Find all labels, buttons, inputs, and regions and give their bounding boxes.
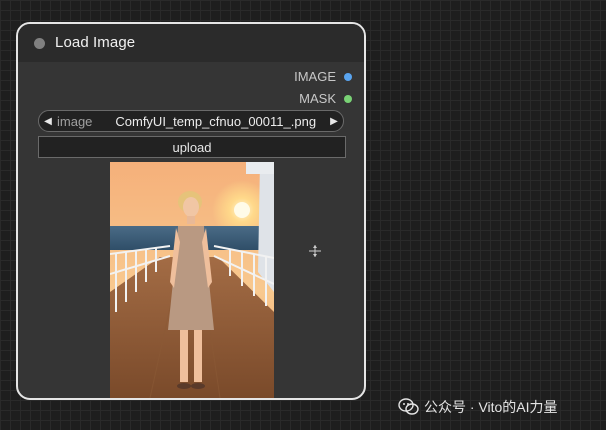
output-image[interactable]: IMAGE bbox=[294, 69, 352, 84]
combo-label: image bbox=[57, 113, 93, 129]
output-mask[interactable]: MASK bbox=[299, 91, 352, 106]
output-mask-slot[interactable] bbox=[344, 94, 352, 103]
upload-button[interactable]: upload bbox=[38, 136, 346, 158]
watermark: 公众号 · Vito的AI力量 bbox=[398, 397, 558, 417]
load-image-node[interactable]: Load Image IMAGE MASK ◀ image ComfyUI_te… bbox=[16, 22, 366, 400]
node-header[interactable]: Load Image bbox=[18, 24, 364, 62]
node-title: Load Image bbox=[55, 34, 136, 51]
output-image-label: IMAGE bbox=[294, 69, 336, 84]
watermark-text: 公众号 · Vito的AI力量 bbox=[424, 399, 558, 415]
image-combo-widget[interactable]: ◀ image ComfyUI_temp_cfnuo_00011_.png ▶ bbox=[38, 110, 344, 132]
combo-value[interactable]: ComfyUI_temp_cfnuo_00011_.png bbox=[106, 114, 325, 129]
image-preview-graphic bbox=[110, 162, 274, 398]
output-image-slot[interactable] bbox=[344, 72, 352, 81]
move-cursor-icon bbox=[309, 245, 321, 257]
image-preview bbox=[110, 162, 274, 398]
output-mask-label: MASK bbox=[299, 91, 336, 106]
arrow-left-icon[interactable]: ◀ bbox=[39, 116, 57, 127]
collapse-dot-icon[interactable] bbox=[34, 38, 45, 49]
arrow-right-icon[interactable]: ▶ bbox=[325, 116, 343, 127]
wechat-icon bbox=[398, 398, 419, 415]
